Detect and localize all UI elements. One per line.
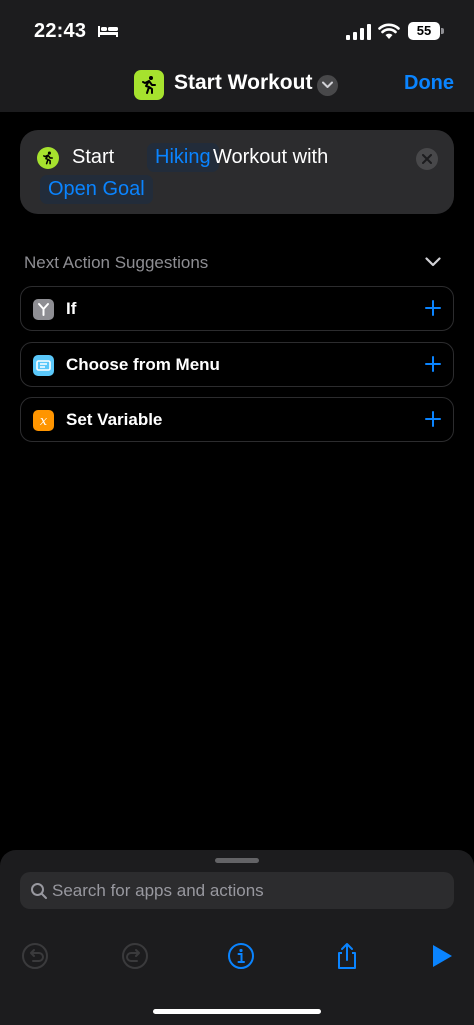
status-time: 22:43 <box>34 20 87 42</box>
wifi-icon <box>378 23 400 39</box>
search-input[interactable] <box>52 872 442 909</box>
suggestion-set-variable[interactable]: x Set Variable <box>20 397 454 442</box>
workout-app-icon <box>134 70 164 100</box>
suggestion-label: Choose from Menu <box>66 355 220 374</box>
action-title[interactable]: Start Workout <box>174 71 312 95</box>
goal-token[interactable]: Open Goal <box>40 175 153 204</box>
search-field[interactable] <box>20 872 454 909</box>
action-library-sheet <box>0 850 474 1025</box>
running-figure-icon <box>142 76 156 94</box>
sleep-bed-icon <box>98 26 118 37</box>
undo-icon[interactable] <box>21 942 49 970</box>
suggestion-if[interactable]: If <box>20 286 454 331</box>
start-workout-action-card[interactable]: Start Hiking Workout with Open Goal <box>20 130 454 214</box>
menu-icon <box>33 355 54 376</box>
run-play-icon[interactable] <box>428 942 456 970</box>
done-button[interactable]: Done <box>404 72 454 95</box>
sheet-grabber-handle[interactable] <box>215 858 259 863</box>
suggestions-header: Next Action Suggestions <box>24 253 209 272</box>
editor-toolbar <box>0 932 474 988</box>
add-plus-icon[interactable] <box>425 411 441 427</box>
battery-indicator: 55 <box>408 22 440 40</box>
running-figure-icon <box>43 151 53 165</box>
remove-action-close-icon[interactable] <box>416 148 438 170</box>
suggestion-label: If <box>66 299 77 318</box>
collapse-chevron-down-icon[interactable] <box>425 257 441 267</box>
home-indicator <box>153 1009 321 1014</box>
workout-type-token[interactable]: Hiking <box>147 143 219 172</box>
info-icon[interactable] <box>227 942 255 970</box>
battery-cap <box>441 28 444 34</box>
redo-icon[interactable] <box>121 942 149 970</box>
svg-text:x: x <box>40 414 48 429</box>
add-plus-icon[interactable] <box>425 300 441 316</box>
variable-icon: x <box>33 410 54 431</box>
share-icon[interactable] <box>333 942 361 970</box>
action-text-start: Start <box>72 146 115 168</box>
nav-bar: Start Workout Done <box>0 62 474 112</box>
add-plus-icon[interactable] <box>425 356 441 372</box>
title-menu-chevron-icon[interactable] <box>317 75 338 96</box>
status-bar: 22:43 55 <box>0 0 474 62</box>
action-text-workout-with: Workout with <box>213 146 329 168</box>
cellular-signal-icon <box>346 24 371 40</box>
suggestion-choose-from-menu[interactable]: Choose from Menu <box>20 342 454 387</box>
workout-action-icon <box>37 147 59 169</box>
suggestion-label: Set Variable <box>66 410 163 429</box>
search-icon <box>31 883 47 899</box>
if-icon <box>33 299 54 320</box>
